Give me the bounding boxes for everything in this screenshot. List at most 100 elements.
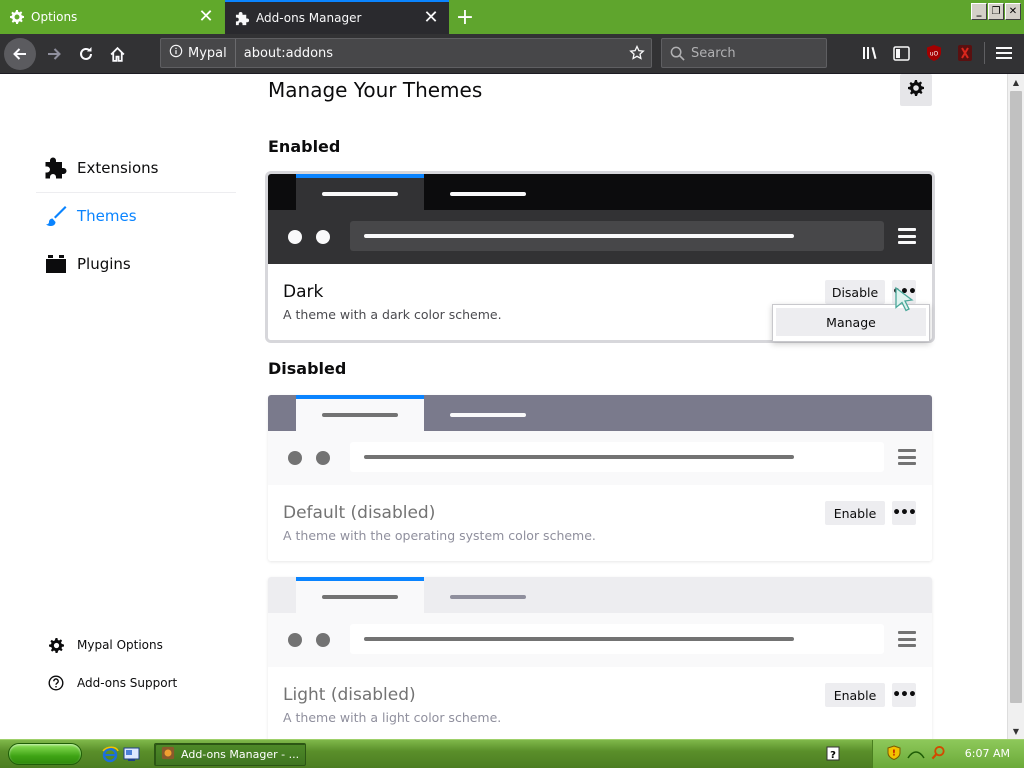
preview-tab-line — [450, 192, 526, 196]
theme-name: Dark — [283, 282, 324, 302]
theme-name: Light (disabled) — [283, 685, 416, 705]
disable-button[interactable]: Disable — [825, 280, 885, 304]
preview-tab-line — [450, 595, 526, 599]
footer-label: Add-ons Support — [77, 676, 178, 690]
home-icon[interactable] — [101, 38, 133, 70]
sidebar-icon[interactable] — [890, 42, 912, 64]
preview-dot — [288, 451, 302, 465]
site-identity[interactable]: Mypal — [161, 39, 236, 67]
url-text[interactable]: about:addons — [236, 46, 623, 61]
search-tray-icon[interactable] — [931, 745, 946, 764]
svg-text:!: ! — [892, 749, 896, 758]
nav-toolbar: Mypal about:addons Search uO — [0, 34, 1024, 74]
close-icon[interactable]: ✕ — [419, 6, 443, 30]
close-icon[interactable]: ✕ — [194, 5, 218, 29]
preview-tabbar — [268, 174, 932, 210]
addons-support-link[interactable]: Add-ons Support — [47, 674, 177, 692]
theme-description: A theme with the operating system color … — [283, 528, 596, 543]
screen: Options ✕ Add-ons Manager ✕ + _ ❐ ✕ Mypa… — [0, 0, 1024, 768]
reload-icon[interactable] — [70, 38, 102, 70]
help-circle-icon — [47, 674, 65, 692]
tab-strip: Options ✕ Add-ons Manager ✕ + _ ❐ ✕ — [0, 0, 1024, 34]
category-label: Themes — [77, 207, 137, 225]
identity-label: Mypal — [188, 45, 227, 61]
bookmark-star-icon[interactable] — [623, 45, 651, 61]
windows-taskbar: Add-ons Manager - ... ? ! 6:07 AM — [0, 739, 1024, 768]
security-shield-icon[interactable]: ! — [887, 745, 901, 764]
preview-dot — [316, 451, 330, 465]
scroll-up-arrow-icon[interactable]: ▲ — [1008, 74, 1024, 90]
tab-options[interactable]: Options ✕ — [0, 0, 224, 34]
theme-preview — [268, 395, 932, 485]
hamburger-menu-icon[interactable] — [993, 42, 1015, 64]
show-desktop-icon[interactable] — [122, 745, 140, 763]
category-extensions[interactable]: Extensions — [44, 156, 158, 180]
category-themes[interactable]: Themes — [44, 204, 137, 228]
preview-selected-tab — [296, 577, 424, 613]
category-plugins[interactable]: Plugins — [44, 252, 131, 276]
preview-menu-icon — [898, 631, 916, 647]
more-options-icon[interactable]: ••• — [892, 683, 917, 707]
tab-addons-manager[interactable]: Add-ons Manager ✕ — [225, 0, 449, 34]
preview-selected-tab — [296, 395, 424, 431]
more-options-icon[interactable]: ••• — [892, 501, 917, 525]
start-button[interactable] — [8, 743, 82, 765]
gear-icon — [908, 80, 924, 100]
plugin-block-icon — [44, 252, 68, 276]
preview-tabbar — [268, 577, 932, 613]
enable-button[interactable]: Enable — [825, 501, 885, 525]
toolbar-separator — [984, 42, 985, 64]
minimize-icon[interactable]: _ — [971, 3, 987, 20]
taskbar-addons-manager[interactable]: Add-ons Manager - ... — [154, 743, 306, 766]
theme-name: Default (disabled) — [283, 503, 436, 523]
internet-explorer-icon[interactable] — [101, 745, 119, 763]
theme-card-light[interactable]: Light (disabled) A theme with a light co… — [268, 577, 932, 739]
tab-label: Options — [31, 10, 78, 24]
enable-button[interactable]: Enable — [825, 683, 885, 707]
preview-urlbar — [350, 442, 884, 472]
preview-tab-line — [322, 595, 398, 599]
theme-preview — [268, 174, 932, 264]
search-placeholder: Search — [691, 45, 736, 61]
puzzle-icon — [234, 10, 250, 26]
tab-label: Add-ons Manager — [256, 11, 362, 25]
restore-icon[interactable]: ❐ — [988, 3, 1004, 20]
scroll-thumb[interactable] — [1010, 91, 1022, 703]
preview-tab-accent — [296, 395, 424, 399]
theme-preview — [268, 577, 932, 667]
back-arrow-icon[interactable] — [4, 38, 36, 70]
gear-icon — [9, 9, 25, 25]
theme-info: Default (disabled) A theme with the oper… — [268, 485, 932, 561]
preview-toolbar — [268, 431, 932, 485]
tools-gear-button[interactable] — [900, 74, 932, 106]
preview-tab-line — [450, 413, 526, 417]
vertical-scrollbar[interactable]: ▲ ▼ — [1007, 74, 1024, 739]
theme-card-default[interactable]: Default (disabled) A theme with the oper… — [268, 395, 932, 561]
svg-text:?: ? — [830, 750, 836, 761]
theme-description: A theme with a dark color scheme. — [283, 307, 502, 322]
enabled-heading: Enabled — [268, 137, 341, 156]
network-icon[interactable] — [907, 745, 925, 764]
svg-text:uO: uO — [930, 51, 939, 58]
close-window-icon[interactable]: ✕ — [1005, 3, 1021, 20]
noscript-icon[interactable] — [954, 42, 976, 64]
preview-url-line — [364, 455, 794, 459]
preview-url-line — [364, 637, 794, 641]
forward-arrow-icon[interactable] — [38, 38, 70, 70]
clock: 6:07 AM — [964, 747, 1010, 760]
url-bar[interactable]: Mypal about:addons — [160, 38, 652, 68]
category-label: Extensions — [77, 159, 159, 177]
gear-icon — [47, 636, 65, 654]
help-tray-icon[interactable]: ? — [826, 745, 840, 763]
scroll-down-arrow-icon[interactable]: ▼ — [1008, 723, 1024, 739]
ublock-origin-icon[interactable]: uO — [923, 42, 945, 64]
preview-dot — [316, 633, 330, 647]
brush-icon — [44, 204, 68, 228]
new-tab-plus-icon[interactable]: + — [452, 4, 478, 30]
mypal-options-link[interactable]: Mypal Options — [47, 636, 163, 654]
library-icon[interactable] — [860, 42, 882, 64]
preview-menu-icon — [898, 449, 916, 465]
preview-tab-accent — [296, 174, 424, 178]
search-input[interactable]: Search — [661, 38, 827, 68]
preview-selected-tab — [296, 174, 424, 210]
